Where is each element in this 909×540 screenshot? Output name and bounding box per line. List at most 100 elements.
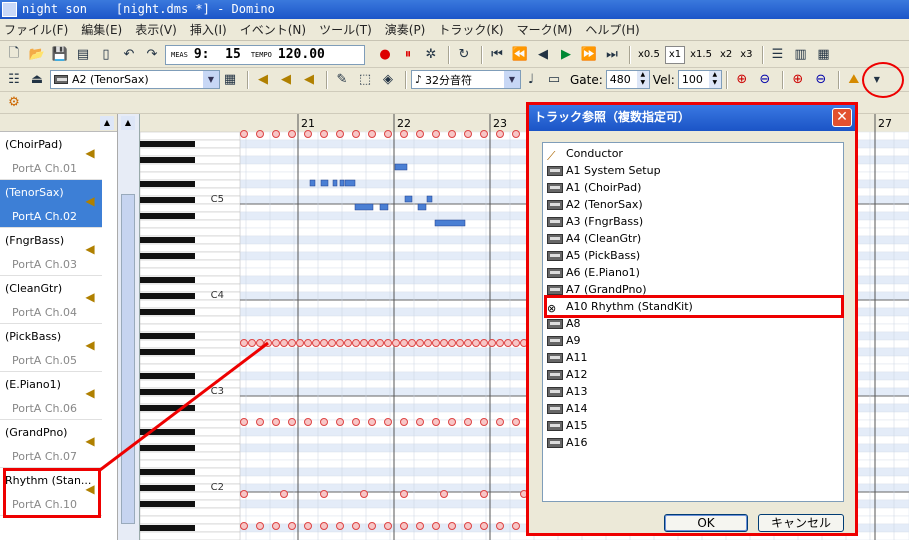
dialog-track-item[interactable]: A15 [547,417,841,434]
menu-help[interactable]: ヘルプ(H) [585,21,639,38]
track-item[interactable]: (E.Piano1) PortA Ch.06 ◀ [0,372,102,420]
track-select[interactable]: A2 (TenorSax) ▼ [50,70,220,89]
menu-tools[interactable]: ツール(T) [319,21,372,38]
cancel-button[interactable]: キャンセル [758,514,844,532]
chevron-down-icon[interactable]: ▼ [867,70,887,90]
zoom-x15[interactable]: x1.5 [687,46,715,64]
dialog-track-item[interactable]: A8 [547,315,841,332]
metronome-icon[interactable]: ✲ [421,45,441,65]
zoom-x2[interactable]: x2 [717,46,735,64]
dialog-track-item[interactable]: A2 (TenorSax) [547,196,841,213]
menu-edit[interactable]: 編集(E) [81,21,122,38]
dialog-track-item[interactable]: A11 [547,349,841,366]
menu-event[interactable]: イベント(N) [240,21,306,38]
speaker-icon[interactable]: ◀ [82,242,98,258]
vertical-scrollbar[interactable]: ▲ [118,114,140,540]
track-item[interactable]: (PickBass) PortA Ch.05 ◀ [0,324,102,372]
scroll-up-icon[interactable]: ▲ [100,116,114,130]
save-icon[interactable]: 💾 [50,45,70,65]
chevron-down-icon[interactable]: ▼ [504,71,520,88]
gate-input[interactable]: 480 ▲ ▼ [605,70,650,89]
dialog-track-item[interactable]: A14 [547,400,841,417]
speaker-icon[interactable]: ◀ [82,290,98,306]
zoom-in-icon[interactable]: ⊕ [732,70,752,90]
dialog-track-item[interactable]: A1 System Setup [547,162,841,179]
speaker-all-icon[interactable]: ◀ [299,70,319,90]
zoom-x3[interactable]: x3 [737,46,755,64]
dialog-track-item[interactable]: A12 [547,366,841,383]
dialog-track-item[interactable]: ⟋ Conductor [547,145,841,163]
loop-icon[interactable]: ↻ [454,45,474,65]
track-reference-icon[interactable]: ⛰ [844,70,864,90]
pencil-icon[interactable]: ✎ [332,70,352,90]
undo-icon[interactable]: ↶ [119,45,139,65]
dialog-track-item[interactable]: A16 [547,434,841,451]
rewind-icon[interactable]: ⏪ [510,45,530,65]
menu-mark[interactable]: マーク(M) [517,21,573,38]
menu-insert[interactable]: 挿入(I) [190,21,227,38]
list-view-icon[interactable]: ☰ [768,45,788,65]
track-item[interactable]: (TenorSax) PortA Ch.02 ◀ [0,180,102,228]
spin-icon[interactable]: ▲ ▼ [636,71,649,88]
track-item[interactable]: (CleanGtr) PortA Ch.04 ◀ [0,276,102,324]
zoom-x05[interactable]: x0.5 [635,46,663,64]
dialog-track-list[interactable]: ⟋ Conductor A1 System Setup A1 (ChoirPad) A2… [542,142,844,502]
dialog-track-item[interactable]: A13 [547,383,841,400]
eraser-icon[interactable]: ◈ [378,70,398,90]
speaker-icon[interactable]: ◀ [82,386,98,402]
piano-icon[interactable]: ▦ [220,70,240,90]
dialog-track-item[interactable]: A3 (FngrBass) [547,213,841,230]
note-step-icon[interactable]: ♩ [521,70,541,90]
dialog-track-item[interactable]: A5 (PickBass) [547,247,841,264]
track-item[interactable]: Rhythm (Stan... PortA Ch.10 ◀ [0,468,102,516]
vel-input[interactable]: 100 ▲ ▼ [677,70,722,89]
speaker-icon[interactable]: ◀ [82,482,98,498]
speaker-icon[interactable]: ◀ [253,70,273,90]
record-icon[interactable]: ● [375,45,395,65]
menu-track[interactable]: トラック(K) [438,21,503,38]
dialog-track-item[interactable]: A6 (E.Piano1) [547,264,841,281]
eject-icon[interactable]: ⏏ [27,70,47,90]
dialog-track-item[interactable]: A4 (CleanGtr) [547,230,841,247]
note-length-select[interactable]: ♪ 32分音符 ▼ [411,70,521,89]
select-rect-icon[interactable]: ⬚ [355,70,375,90]
dialog-track-item[interactable]: A1 (ChoirPad) [547,179,841,196]
scroll-thumb[interactable] [121,194,135,524]
quantize-icon[interactable]: ⚙ [4,93,24,113]
ok-button[interactable]: OK [664,514,748,532]
speaker-icon[interactable]: ◀ [82,338,98,354]
go-end-icon[interactable]: ⏭ [602,45,622,65]
track-item[interactable]: (GrandPno) PortA Ch.07 ◀ [0,420,102,468]
back-icon[interactable]: ◀ [533,45,553,65]
new-file-icon[interactable]: 🗋 [4,45,24,65]
speaker-icon[interactable]: ◀ [82,146,98,162]
chevron-down-icon[interactable]: ▼ [203,71,219,88]
dialog-track-item[interactable]: A7 (GrandPno) [547,281,841,298]
play-icon[interactable]: ▶ [556,45,576,65]
go-start-icon[interactable]: ⏮ [487,45,507,65]
document-icon[interactable]: ▯ [96,45,116,65]
open-folder-icon[interactable]: 📂 [27,45,47,65]
speaker-icon[interactable]: ◀ [82,194,98,210]
menu-file[interactable]: ファイル(F) [4,21,68,38]
settings-icon[interactable]: ▦ [814,45,834,65]
menu-view[interactable]: 表示(V) [135,21,177,38]
dialog-track-item[interactable]: ⊗ A10 Rhythm (StandKit) [544,295,844,318]
spin-icon[interactable]: ▲ ▼ [708,71,721,88]
step-record-icon[interactable]: ⏸ [398,45,418,65]
forward-icon[interactable]: ⏩ [579,45,599,65]
close-icon[interactable]: ✕ [832,108,852,127]
track-item[interactable]: (FngrBass) PortA Ch.03 ◀ [0,228,102,276]
menu-play[interactable]: 演奏(P) [385,21,426,38]
zoom-out-icon[interactable]: ⊖ [755,70,775,90]
redo-icon[interactable]: ↷ [142,45,162,65]
zoom-in-vertical-icon[interactable]: ⊕ [788,70,808,90]
track-item[interactable]: (ChoirPad) PortA Ch.01 ◀ [0,132,102,180]
properties-icon[interactable]: ▤ [73,45,93,65]
speaker-solo-icon[interactable]: ◀ [276,70,296,90]
dialog-track-item[interactable]: A9 [547,332,841,349]
chart-view-icon[interactable]: ▥ [791,45,811,65]
speaker-icon[interactable]: ◀ [82,434,98,450]
track-list-icon[interactable]: ☷ [4,70,24,90]
zoom-x1[interactable]: x1 [664,45,686,64]
